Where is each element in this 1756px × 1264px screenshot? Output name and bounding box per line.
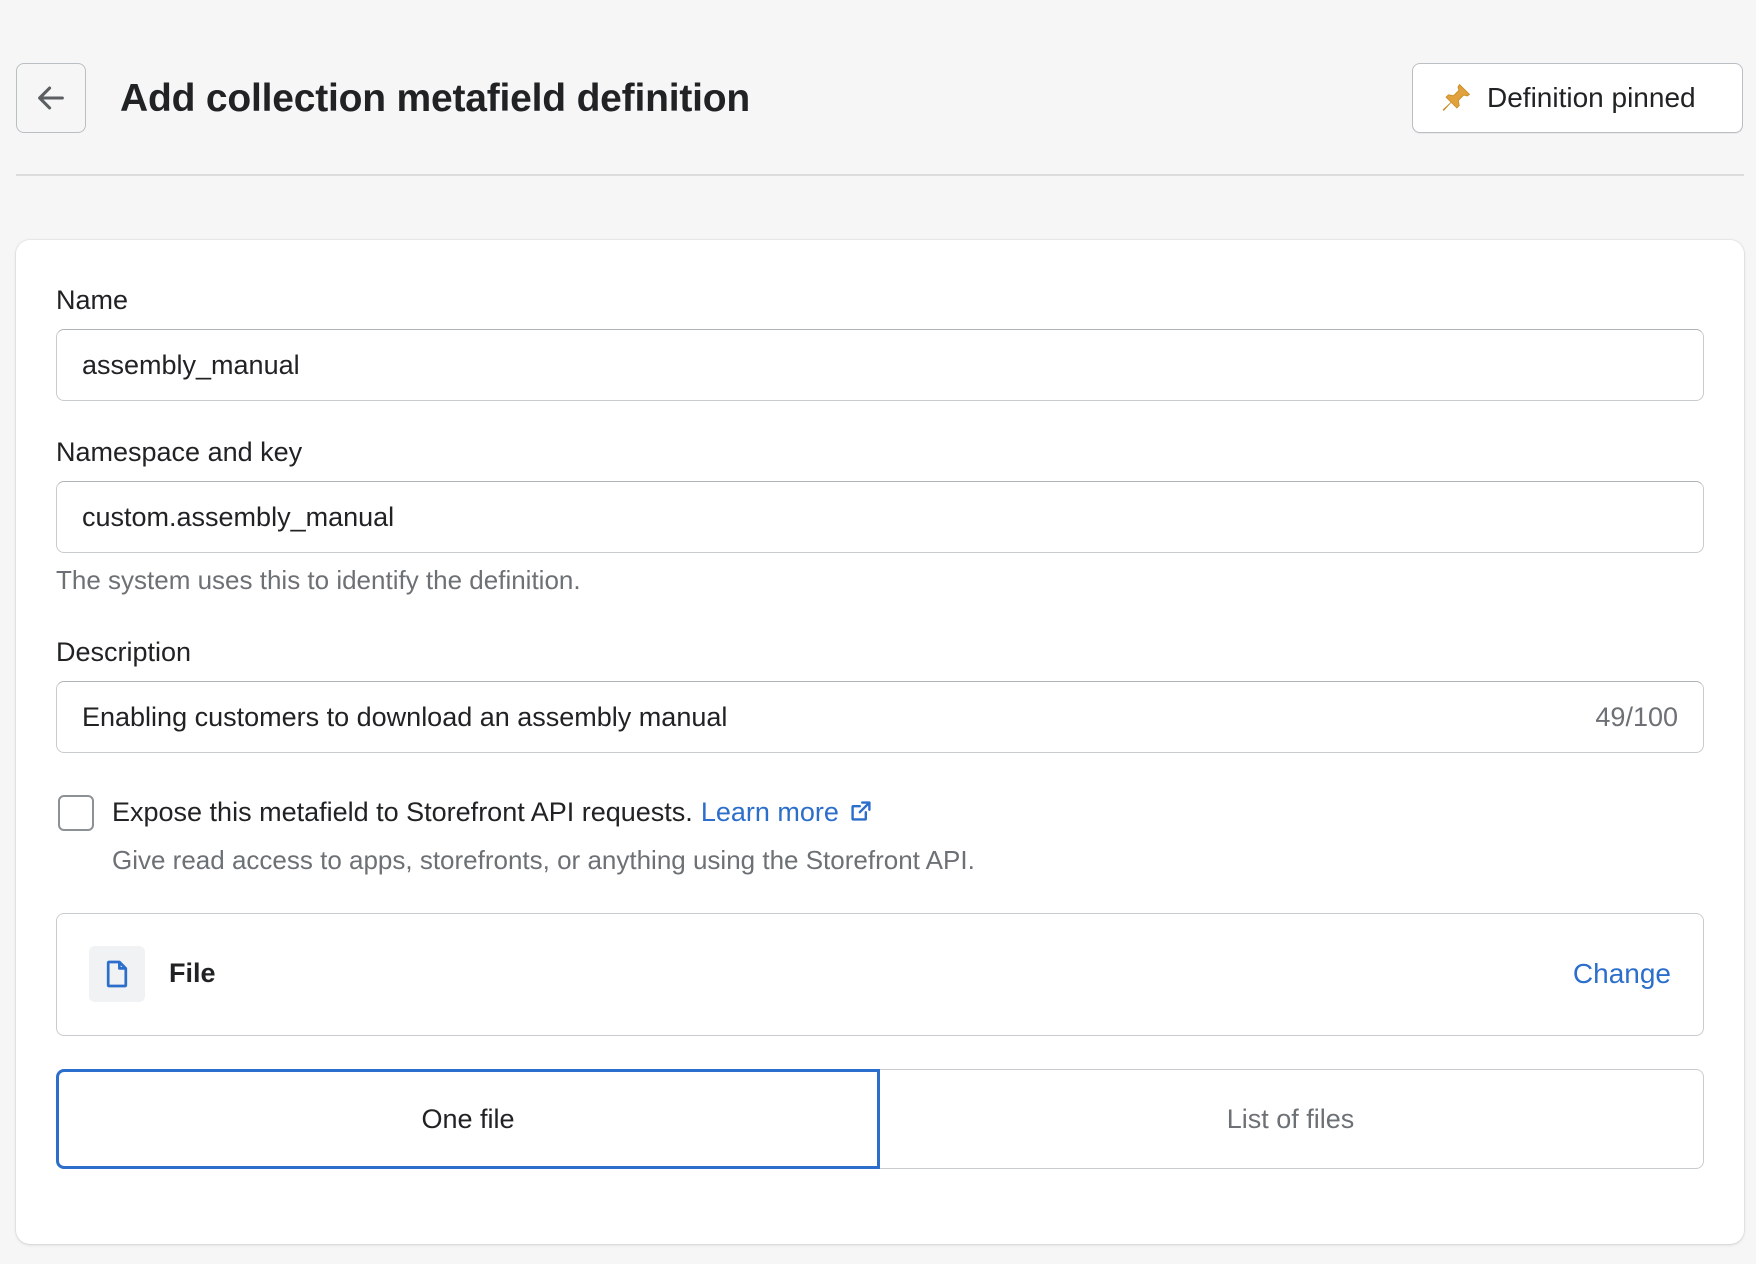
definition-pinned-button[interactable]: Definition pinned bbox=[1412, 63, 1743, 133]
page-title: Add collection metafield definition bbox=[120, 77, 751, 120]
storefront-api-label: Expose this metafield to Storefront API … bbox=[112, 797, 873, 828]
type-selector: File Change bbox=[56, 913, 1704, 1036]
arrow-left-icon bbox=[38, 86, 64, 110]
back-button[interactable] bbox=[16, 63, 86, 133]
one-file-option[interactable]: One file bbox=[56, 1069, 880, 1169]
file-icon-container bbox=[89, 946, 145, 1002]
description-label: Description bbox=[56, 637, 192, 667]
name-input[interactable]: assembly_manual bbox=[56, 329, 1704, 401]
character-counter: 49/100 bbox=[1595, 701, 1678, 732]
definition-form-card: Name assembly_manual Namespace and key c… bbox=[16, 240, 1744, 1244]
definition-pinned-label: Definition pinned bbox=[1487, 82, 1696, 113]
description-value: Enabling customers to download an assemb… bbox=[82, 701, 728, 732]
storefront-api-checkbox[interactable] bbox=[58, 795, 94, 831]
external-link-icon bbox=[851, 801, 871, 821]
namespace-help-text: The system uses this to identify the def… bbox=[56, 565, 581, 595]
type-name: File bbox=[169, 958, 216, 988]
namespace-key-value: custom.assembly_manual bbox=[82, 501, 395, 532]
learn-more-link-text: Learn more bbox=[700, 797, 839, 827]
namespace-label: Namespace and key bbox=[56, 437, 303, 467]
name-input-value: assembly_manual bbox=[82, 349, 300, 380]
list-of-files-option[interactable]: List of files bbox=[878, 1069, 1704, 1169]
page-header: Add collection metafield definition Defi… bbox=[0, 0, 1756, 176]
change-type-link[interactable]: Change bbox=[1573, 958, 1671, 990]
pin-icon bbox=[1442, 84, 1470, 111]
description-input[interactable]: Enabling customers to download an assemb… bbox=[56, 681, 1704, 753]
namespace-key-input[interactable]: custom.assembly_manual bbox=[56, 481, 1704, 553]
learn-more-link[interactable]: Learn more bbox=[701, 797, 873, 827]
name-label: Name bbox=[56, 285, 129, 315]
storefront-api-label-text: Expose this metafield to Storefront API … bbox=[112, 797, 693, 827]
storefront-api-help-text: Give read access to apps, storefronts, o… bbox=[112, 845, 975, 875]
file-icon bbox=[106, 960, 128, 988]
header-divider bbox=[16, 174, 1744, 176]
